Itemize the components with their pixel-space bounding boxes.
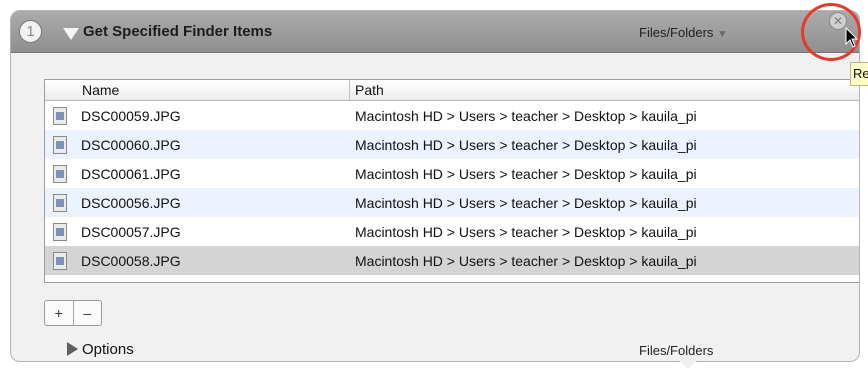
remove-item-button[interactable]: – [72, 301, 102, 325]
table-row[interactable]: DSC00058.JPG Macintosh HD > Users > teach… [45, 246, 859, 275]
jpeg-file-icon [53, 251, 67, 270]
disclosure-triangle-icon[interactable] [63, 28, 79, 40]
output-type-label: Files/Folders [639, 343, 714, 358]
file-name: DSC00058.JPG [81, 252, 181, 269]
action-titlebar: 1 Get Specified Finder Items Files/Folde… [11, 11, 859, 53]
name-cell: DSC00060.JPG [45, 135, 350, 154]
file-path: Macintosh HD > Users > teacher > Desktop… [355, 136, 697, 153]
input-type-menu[interactable]: Files/Folders ▼ [639, 25, 727, 40]
action-title: Get Specified Finder Items [83, 23, 273, 40]
column-header-path[interactable]: Path [350, 80, 859, 100]
connector-notch [678, 360, 698, 369]
file-path: Macintosh HD > Users > teacher > Desktop… [355, 165, 697, 182]
jpeg-file-icon [53, 135, 67, 154]
file-name: DSC00056.JPG [81, 194, 181, 211]
file-path: Macintosh HD > Users > teacher > Desktop… [355, 107, 697, 124]
input-type-label: Files/Folders [639, 25, 714, 40]
name-cell: DSC00057.JPG [45, 222, 350, 241]
table-row[interactable]: DSC00060.JPG Macintosh HD > Users > teach… [45, 130, 859, 159]
action-panel: 1 Get Specified Finder Items Files/Folde… [10, 10, 860, 362]
jpeg-file-icon [53, 106, 67, 125]
add-item-button[interactable]: + [45, 301, 73, 325]
name-cell: DSC00059.JPG [45, 106, 350, 125]
file-name: DSC00057.JPG [81, 223, 181, 240]
jpeg-file-icon [53, 164, 67, 183]
step-number-badge: 1 [19, 20, 42, 43]
dropdown-arrow-icon: ▼ [717, 29, 728, 40]
table-row[interactable]: DSC00059.JPG Macintosh HD > Users > teach… [45, 101, 859, 130]
name-cell: DSC00061.JPG [45, 164, 350, 183]
mouse-pointer-icon [845, 27, 859, 48]
table-header: Name Path [45, 80, 859, 101]
options-label[interactable]: Options [82, 341, 134, 358]
options-disclosure-icon[interactable] [67, 342, 78, 356]
file-name: DSC00060.JPG [81, 136, 181, 153]
jpeg-file-icon [53, 193, 67, 212]
file-path: Macintosh HD > Users > teacher > Desktop… [355, 252, 697, 269]
table-row[interactable]: DSC00061.JPG Macintosh HD > Users > teach… [45, 159, 859, 188]
add-remove-buttons: + – [44, 300, 102, 326]
table-row[interactable]: DSC00056.JPG Macintosh HD > Users > teach… [45, 188, 859, 217]
table-row[interactable]: DSC00057.JPG Macintosh HD > Users > teach… [45, 217, 859, 246]
file-name: DSC00061.JPG [81, 165, 181, 182]
column-header-name[interactable]: Name [45, 80, 350, 100]
jpeg-file-icon [53, 222, 67, 241]
table-body: DSC00059.JPG Macintosh HD > Users > teach… [45, 101, 859, 275]
name-cell: DSC00058.JPG [45, 251, 350, 270]
file-path: Macintosh HD > Users > teacher > Desktop… [355, 223, 697, 240]
tooltip: Re [850, 62, 868, 86]
finder-items-table[interactable]: Name Path DSC00059.JPG Macintosh HD > Use… [44, 79, 859, 283]
file-path: Macintosh HD > Users > teacher > Desktop… [355, 194, 697, 211]
name-cell: DSC00056.JPG [45, 193, 350, 212]
file-name: DSC00059.JPG [81, 107, 181, 124]
